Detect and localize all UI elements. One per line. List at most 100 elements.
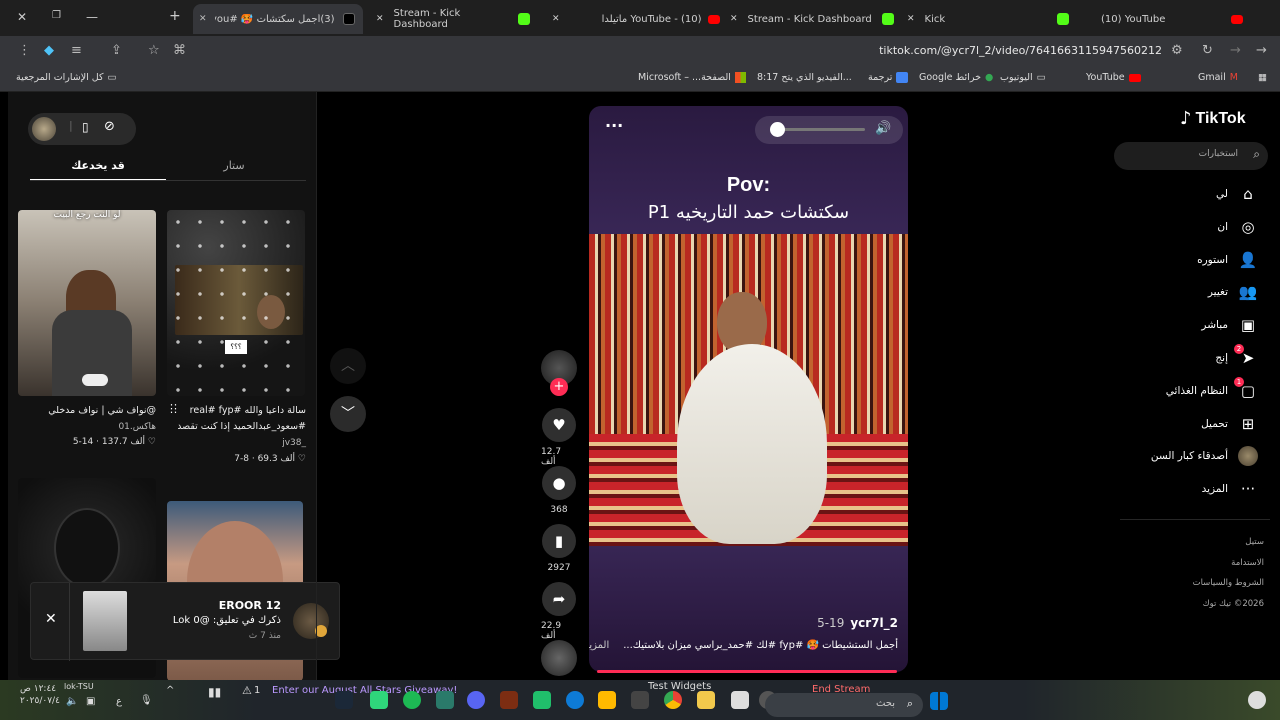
more-options-icon[interactable]: ··· xyxy=(605,116,623,135)
reading-mode-icon[interactable]: ≡ xyxy=(71,43,82,58)
tab-close-icon[interactable]: ✕ xyxy=(907,14,915,24)
search-icon[interactable]: ⌕ xyxy=(1253,147,1260,162)
app-icon[interactable] xyxy=(436,691,454,709)
footer-link[interactable]: ستيل xyxy=(1193,532,1264,553)
minimize-window-icon[interactable]: — xyxy=(86,10,98,24)
sidebar-item-home[interactable]: ⌂ لي xyxy=(1216,184,1258,204)
url-field[interactable]: tiktok.com/@ycr7l_2/video/76416631159475… xyxy=(879,44,1162,57)
chrome-icon[interactable] xyxy=(664,691,682,709)
music-disc-icon[interactable] xyxy=(541,640,577,676)
discord-icon[interactable] xyxy=(467,691,485,709)
app-icon[interactable] xyxy=(500,691,518,709)
video-thumbnail[interactable]: ؟؟؟ xyxy=(167,210,305,396)
forward-icon[interactable]: → xyxy=(1230,43,1241,58)
comment-video-thumbnail[interactable] xyxy=(83,591,127,651)
store-icon[interactable] xyxy=(598,691,616,709)
tab-kick-dashboard-2[interactable]: ✕ Stream - Kick Dashboard xyxy=(728,4,898,34)
video-thumbnail[interactable]: لو النت رجع البيت xyxy=(18,210,156,396)
spotify-icon[interactable] xyxy=(403,691,421,709)
giveaway-banner[interactable]: Enter our August All Stars Giveaway! xyxy=(272,685,457,696)
edge-icon[interactable] xyxy=(566,691,584,709)
bookmark-icon[interactable]: ▮ xyxy=(542,524,576,558)
video-player[interactable]: ··· 🔊 Pov: سكتشات حمد التاريخيه P1 5-19 … xyxy=(589,106,908,672)
bookmark-microsoft[interactable]: Microsoft – ...الصفحة xyxy=(638,72,746,83)
microphone-icon[interactable]: 🎙 xyxy=(140,695,153,706)
comment-action[interactable]: ● 368 xyxy=(541,466,577,515)
menu-kebab-icon[interactable]: ⋮ xyxy=(18,43,31,58)
sidebar-item-avatar[interactable]: أصدقاء كبار السن xyxy=(1151,446,1258,467)
taskbar-search[interactable]: ⌕ بحث xyxy=(765,693,923,717)
warning-icon[interactable]: ⚠ xyxy=(242,684,252,697)
sidebar-item-users[interactable]: 👥 تغيير xyxy=(1208,282,1258,302)
save-action[interactable]: ▮ 2927 xyxy=(541,524,577,573)
share-icon[interactable]: ⇪ xyxy=(111,43,122,58)
app-icon[interactable] xyxy=(731,691,749,709)
volume-slider[interactable] xyxy=(773,128,865,131)
network-icon[interactable]: ▣ xyxy=(86,696,95,707)
share-arrow-icon[interactable]: ➦ xyxy=(542,582,576,616)
translate-icon[interactable]: ⌘ xyxy=(173,43,186,58)
next-video-button[interactable]: ﹀ xyxy=(330,396,366,432)
reload-icon[interactable]: ↻ xyxy=(1202,43,1213,58)
bookmark-youtube-folder[interactable]: اليوتيوب ▭ xyxy=(1000,72,1046,83)
clock[interactable]: ١٢:٤٤ ص ٢٠٢٥/٠٧/٤ xyxy=(20,683,60,707)
sidebar-item-live[interactable]: ▣ مباشر xyxy=(1201,315,1258,335)
sidebar-item-compass[interactable]: ◎ ان xyxy=(1217,217,1258,237)
notification-popup[interactable]: ✕ EROOR 12 ذكرك في تعليق: @Lok 0 منذ 7 ث xyxy=(30,582,340,661)
tab-close-icon[interactable]: ✕ xyxy=(730,14,738,24)
file-explorer-icon[interactable] xyxy=(697,691,715,709)
all-bookmarks[interactable]: كل الإشارات المرجعية ▭ xyxy=(16,72,117,83)
tab-for-you[interactable]: قد يخدعك xyxy=(30,152,166,180)
app-icon[interactable] xyxy=(533,691,551,709)
caption-more-link[interactable]: المزيد xyxy=(589,640,609,651)
tab-kick[interactable]: ✕ Kick xyxy=(905,4,1075,34)
search-input[interactable]: ⌕ استخبارات xyxy=(1114,142,1268,170)
tab-tiktok[interactable]: ✕ (3)أجمل سكتشات 🥵 #foryou xyxy=(193,4,363,34)
tab-youtube-2[interactable]: (10) YouTube xyxy=(1083,4,1253,34)
site-settings-icon[interactable]: ⚙ xyxy=(1171,43,1183,58)
app-icon[interactable] xyxy=(631,691,649,709)
steam-icon[interactable] xyxy=(335,691,353,709)
video-author[interactable]: ycr7l_2 xyxy=(850,616,898,630)
volume-thumb[interactable] xyxy=(769,122,785,137)
language-indicator[interactable]: ع xyxy=(116,696,122,707)
previous-video-button[interactable]: ︿ xyxy=(330,348,366,384)
bookmark-video[interactable]: 8:17 الفيديو الذي يتح... xyxy=(757,72,852,83)
tab-close-icon[interactable]: ✕ xyxy=(376,14,384,24)
sidebar-item-upload[interactable]: ⊞ تحميل xyxy=(1201,414,1258,434)
volume-icon[interactable]: 🔊 xyxy=(875,121,891,136)
video-progress-bar[interactable] xyxy=(597,670,897,673)
bookmark-maps[interactable]: Google خرائط ● xyxy=(919,72,993,83)
chart-icon[interactable]: ▮▮ xyxy=(208,685,221,699)
back-icon[interactable]: → xyxy=(1256,43,1267,58)
tab-youtube-1[interactable]: ✕ YouTube - (10) ماتيلدا xyxy=(550,4,720,34)
close-icon[interactable]: ✕ xyxy=(45,611,57,627)
comment-icon[interactable]: ● xyxy=(542,466,576,500)
extension-icon[interactable]: ◆ xyxy=(44,43,54,58)
restore-window-icon[interactable]: ❐ xyxy=(52,10,61,21)
tray-overflow-icon[interactable]: ^ xyxy=(166,685,174,696)
windows-start-icon[interactable] xyxy=(930,692,948,710)
volume-control[interactable]: 🔊 xyxy=(755,116,903,144)
tab-close-icon[interactable]: ✕ xyxy=(199,14,207,24)
share-action[interactable]: ➦ 22.9 ألف xyxy=(541,582,577,641)
sidebar-item-user-plus[interactable]: 👤 استوره xyxy=(1197,250,1258,270)
new-tab-icon[interactable]: + xyxy=(169,8,181,24)
heart-icon[interactable]: ♥ xyxy=(542,408,576,442)
app-icon[interactable] xyxy=(370,691,388,709)
mobile-icon[interactable]: ▯ xyxy=(82,120,89,134)
widgets-icon[interactable] xyxy=(1248,691,1266,709)
compass-icon[interactable]: ⊘ xyxy=(104,119,115,134)
bookmark-youtube[interactable]: YouTube xyxy=(1086,72,1141,83)
like-action[interactable]: ♥ 12.7 ألف xyxy=(541,408,577,467)
footer-link[interactable]: الشروط والسياسات xyxy=(1193,573,1264,594)
bookmark-translate[interactable]: ترجمة xyxy=(868,72,909,83)
tab-following[interactable]: ستار xyxy=(166,152,302,180)
speaker-icon[interactable]: 🔈 xyxy=(66,696,78,707)
sidebar-item-message[interactable]: ▢ 1 النظام الغذائي xyxy=(1166,376,1258,401)
tab-kick-dashboard-1[interactable]: ✕ Stream - Kick Dashboard xyxy=(372,4,542,34)
sidebar-item-more[interactable]: ··· المزيد xyxy=(1202,479,1258,499)
close-window-icon[interactable]: ✕ xyxy=(17,10,27,24)
apps-grid-icon[interactable]: ▦ xyxy=(1258,72,1267,83)
tab-close-icon[interactable]: ✕ xyxy=(552,14,560,24)
